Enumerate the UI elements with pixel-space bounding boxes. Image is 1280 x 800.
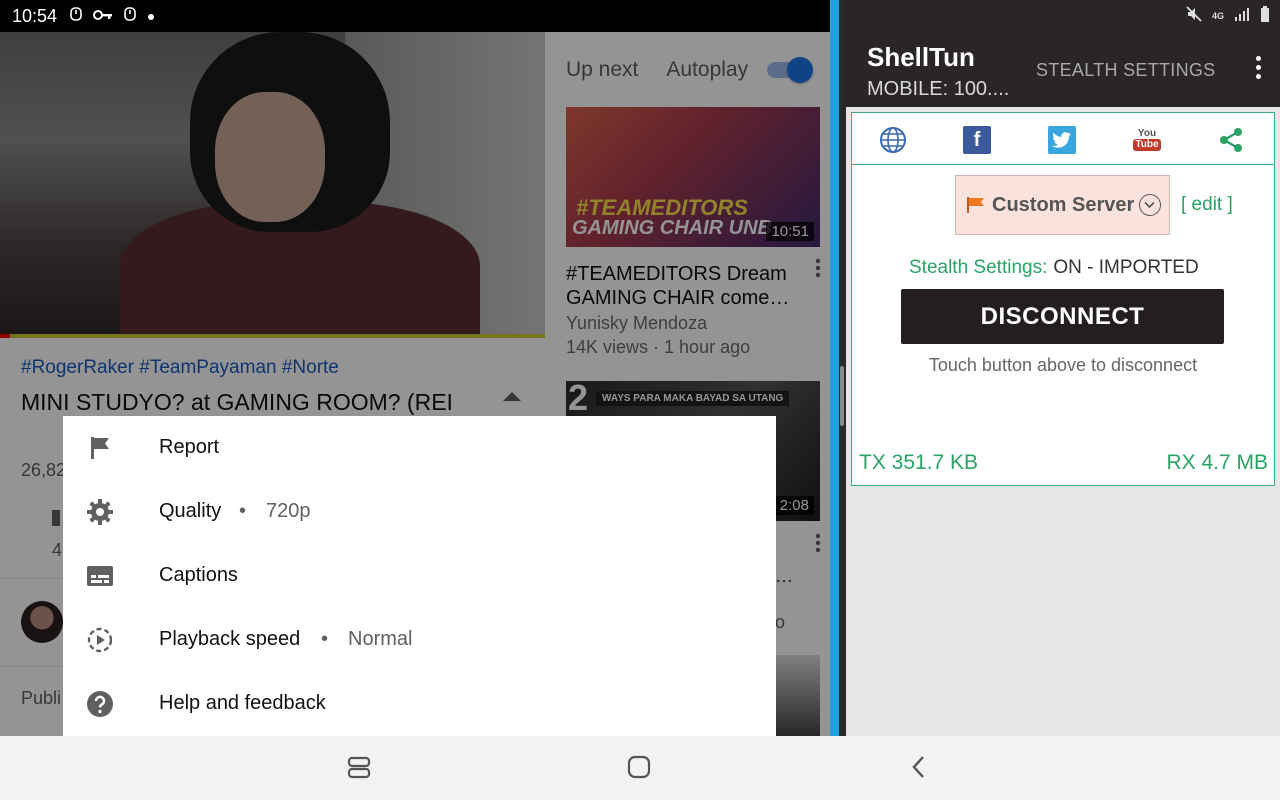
stealth-status-value: ON - IMPORTED bbox=[1053, 257, 1199, 278]
youtube-pane: 10:54 Up next Autoplay #TEAMEDITORS GAMI… bbox=[0, 0, 830, 736]
menu-item-quality-value: 720p bbox=[266, 500, 311, 522]
notification-icon-2 bbox=[123, 6, 137, 26]
screen: 10:54 Up next Autoplay #TEAMEDITORS GAMI… bbox=[0, 0, 1280, 800]
split-drag-handle[interactable] bbox=[840, 366, 844, 426]
menu-item-playback-speed[interactable]: Playback speed • Normal bbox=[63, 608, 776, 672]
edit-server-link[interactable]: [ edit ] bbox=[1181, 194, 1233, 216]
connection-card: f You Tube Custom Server [edit] Stealt… bbox=[851, 112, 1275, 486]
disconnect-button[interactable]: DISCONNECT bbox=[901, 289, 1224, 344]
menu-item-captions[interactable]: Captions bbox=[63, 544, 776, 608]
playback-speed-icon bbox=[85, 626, 115, 654]
server-selector[interactable]: Custom Server bbox=[955, 175, 1170, 235]
disconnect-hint: Touch button above to disconnect bbox=[928, 355, 1198, 375]
status-bar: 10:54 bbox=[0, 0, 830, 32]
system-nav-bar bbox=[0, 736, 1280, 800]
status-time: 10:54 bbox=[12, 5, 58, 26]
home-icon[interactable] bbox=[626, 754, 654, 782]
menu-item-playback-speed-value: Normal bbox=[348, 628, 413, 650]
shelltun-pane: 4G ShellTun MOBILE: 100.... STEALTH SETT… bbox=[846, 0, 1280, 736]
help-icon bbox=[85, 690, 115, 718]
vpn-key-icon bbox=[93, 8, 113, 25]
video-options-sheet: Report Quality • 720p Captions Playback … bbox=[63, 416, 776, 736]
app-title: ShellTun bbox=[867, 42, 975, 72]
chevron-down-icon bbox=[1139, 194, 1161, 216]
social-links-bar: f You Tube bbox=[852, 113, 1274, 165]
tx-counter: TX 351.7 KB bbox=[859, 451, 979, 474]
youtube-icon[interactable]: You Tube bbox=[1133, 126, 1161, 154]
youtube-icon-text-bottom: Tube bbox=[1133, 139, 1161, 151]
menu-item-help-feedback[interactable]: Help and feedback bbox=[63, 672, 776, 736]
battery-icon bbox=[1260, 6, 1270, 25]
signal-icon bbox=[1234, 7, 1250, 24]
youtube-icon-text-top: You bbox=[1137, 128, 1157, 139]
stealth-status: Stealth Settings: ON - IMPORTED bbox=[909, 257, 1199, 279]
menu-item-report-label: Report bbox=[159, 436, 220, 458]
flag-icon-orange bbox=[966, 196, 986, 213]
shelltun-app-bar: ShellTun MOBILE: 100.... STEALTH SETTING… bbox=[846, 32, 1280, 107]
menu-item-help-feedback-label: Help and feedback bbox=[159, 692, 326, 714]
app-subtitle: MOBILE: 100.... bbox=[867, 78, 1010, 100]
facebook-icon[interactable]: f bbox=[963, 126, 991, 154]
rx-counter: RX 4.7 MB bbox=[1166, 451, 1268, 474]
status-bar-right: 4G bbox=[846, 0, 1280, 32]
menu-item-report[interactable]: Report bbox=[63, 416, 776, 480]
notification-icon bbox=[69, 6, 83, 26]
menu-item-playback-speed-label: Playback speed bbox=[159, 628, 301, 650]
menu-item-quality-label: Quality bbox=[159, 500, 222, 522]
overflow-menu-icon[interactable] bbox=[1256, 56, 1262, 80]
split-focus-indicator bbox=[830, 0, 839, 736]
twitter-icon[interactable] bbox=[1048, 126, 1076, 154]
back-icon[interactable] bbox=[906, 754, 934, 782]
menu-separator-dot: • bbox=[239, 500, 247, 522]
flag-icon bbox=[85, 434, 115, 462]
stealth-settings-button[interactable]: STEALTH SETTINGS bbox=[1036, 60, 1216, 81]
share-icon[interactable] bbox=[1217, 126, 1245, 154]
split-screen-divider[interactable] bbox=[830, 0, 846, 736]
menu-item-quality[interactable]: Quality • 720p bbox=[63, 480, 776, 544]
4g-icon: 4G bbox=[1211, 10, 1224, 21]
mute-icon bbox=[1186, 6, 1202, 25]
recent-apps-icon[interactable] bbox=[346, 754, 374, 782]
server-label: Custom Server bbox=[992, 194, 1135, 216]
menu-separator-dot-2: • bbox=[321, 628, 329, 650]
menu-item-captions-label: Captions bbox=[159, 564, 238, 586]
stealth-status-key: Stealth Settings: bbox=[909, 257, 1048, 278]
globe-icon[interactable] bbox=[879, 126, 907, 154]
captions-icon bbox=[85, 562, 115, 590]
more-notifications-dot-icon bbox=[147, 8, 155, 25]
gear-icon bbox=[85, 498, 115, 526]
